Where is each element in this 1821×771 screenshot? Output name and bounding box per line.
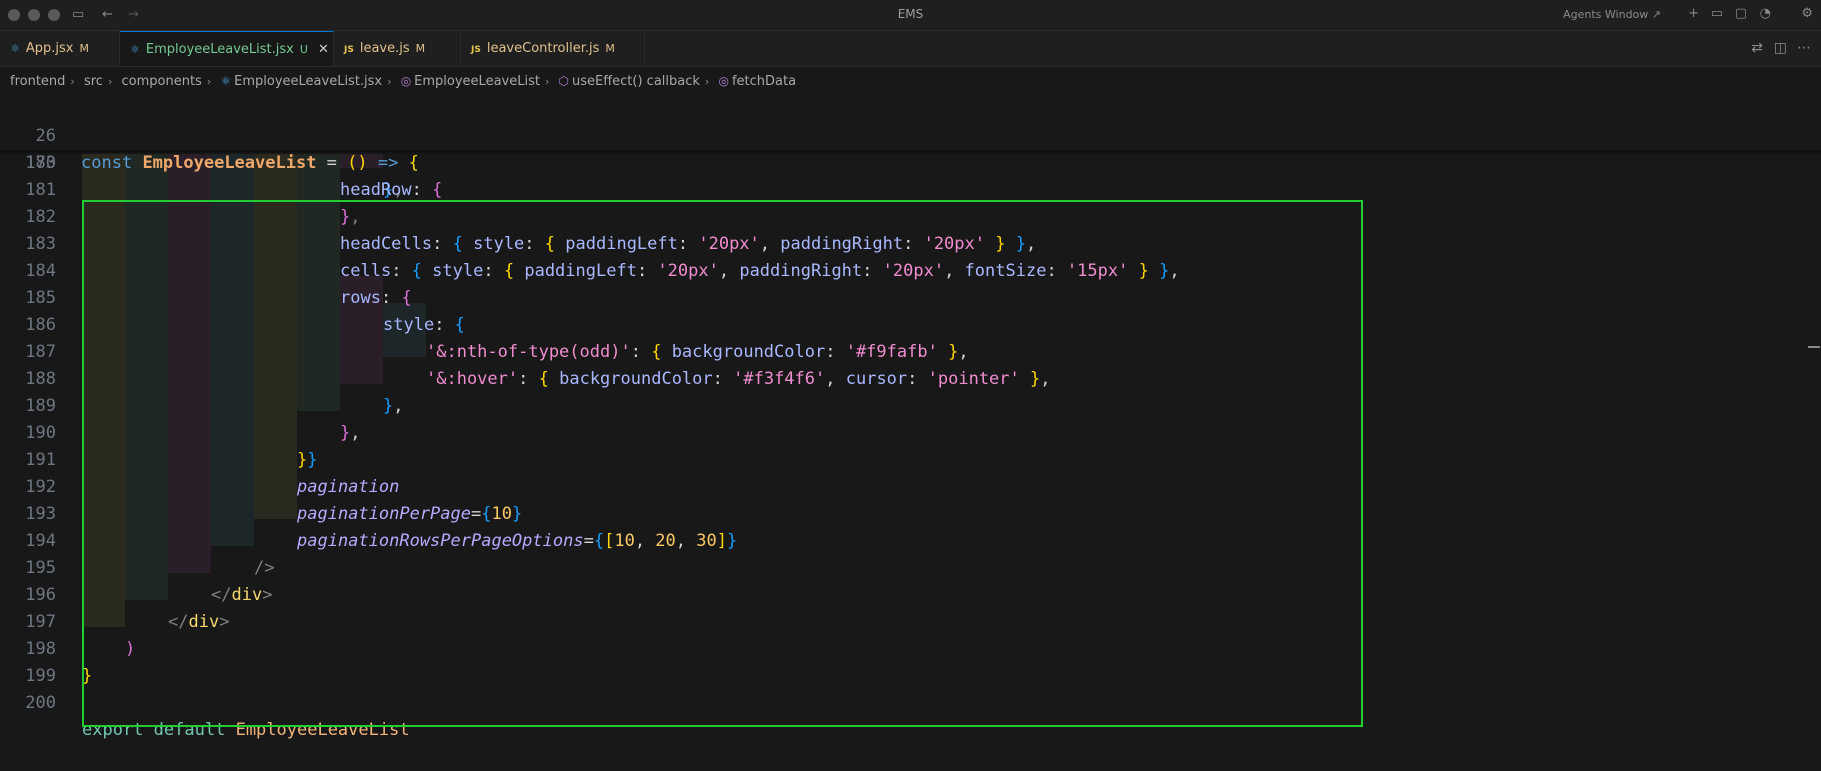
sticky-shadow [0, 150, 1821, 154]
tab-employee-leave-list-jsx[interactable]: ⚛ EmployeeLeaveList.jsx U ✕ [120, 31, 334, 66]
method-icon: ⬡ [558, 74, 569, 88]
tab-app-jsx[interactable]: ⚛ App.jsx M [0, 31, 120, 66]
tab-leave-controller-js[interactable]: JS leaveController.js M [461, 31, 645, 66]
scrollbar-marker[interactable] [1808, 346, 1820, 348]
js-icon: JS [344, 45, 354, 55]
symbol-icon: ◎ [400, 74, 412, 88]
agents-window-button[interactable]: Agents Window ↗ [1563, 8, 1661, 21]
code-line: 185 style: { [25, 288, 465, 335]
selection-highlight-box [82, 200, 1363, 727]
sticky-line[interactable]: 26 const EmployeeLeaveList = () => { [0, 96, 419, 173]
plus-icon[interactable]: + [1688, 6, 1699, 21]
code-line: 188 }, [25, 369, 404, 416]
react-icon: ⚛ [130, 43, 140, 56]
code-line: 190 }} [25, 423, 318, 470]
react-icon: ⚛ [10, 42, 20, 55]
react-icon: ⚛ [220, 74, 232, 88]
code-line: 197 ) [25, 612, 136, 659]
title-bar: ▭ ← → EMS Agents Window ↗ + ▭ ▢ ◔ ⚙ [0, 0, 1821, 31]
close-tab-icon[interactable]: ✕ [318, 42, 329, 57]
code-line: 198 } [25, 639, 93, 686]
breadcrumb-item[interactable]: EmployeeLeaveList [414, 74, 540, 89]
code-line: 189 }, [25, 396, 361, 443]
notification-icon[interactable]: ◔ [1760, 6, 1771, 21]
gear-icon[interactable]: ⚙ [1801, 6, 1813, 21]
code-line: 200 export default EmployeeLeaveList [25, 693, 410, 740]
window-title: EMS [897, 7, 924, 21]
chat-icon[interactable]: ▢ [1735, 6, 1747, 21]
sticky-line[interactable]: 173 headRow: { [0, 123, 442, 200]
code-line: 192 paginationPerPage={10} [25, 477, 523, 524]
code-line: 199 [25, 666, 56, 686]
sticky-scroll[interactable]: 26 const EmployeeLeaveList = () => { 173… [0, 96, 1821, 200]
tab-leave-js[interactable]: JS leave.js M [334, 31, 461, 66]
more-actions-icon[interactable]: ⋯ [1797, 40, 1811, 56]
code-line: 194 /> [25, 531, 275, 578]
source-control-icon[interactable]: ⇄ [1751, 40, 1763, 56]
breadcrumb-item[interactable]: frontend [10, 74, 65, 89]
breadcrumb-item[interactable]: EmployeeLeaveList.jsx [234, 74, 382, 89]
code-line: 191 pagination [25, 450, 400, 497]
breadcrumb: frontend › src › components › ⚛ EmployeeLeav… [10, 74, 797, 89]
code-line: 184 rows: { [25, 261, 412, 308]
code-line: 196 </div> [25, 585, 230, 632]
breadcrumb-item[interactable]: useEffect() callback [572, 74, 700, 89]
breadcrumb-item[interactable]: src [84, 74, 103, 89]
code-line: 193 paginationRowsPerPageOptions={[10, 2… [25, 504, 738, 551]
editor-tabs: ⚛ App.jsx M ⚛ EmployeeLeaveList.jsx U ✕ JS lea… [0, 31, 1821, 67]
js-icon: JS [471, 45, 481, 55]
symbol-icon: ◎ [718, 74, 729, 88]
breadcrumb-item[interactable]: components [122, 74, 202, 89]
code-line: 186 '&:nth-of-type(odd)': { backgroundCo… [25, 315, 969, 362]
panel-icon[interactable]: ▭ [1711, 6, 1723, 21]
code-line: 187 '&:hover': { backgroundColor: '#f3f4… [25, 342, 1051, 389]
code-line: 195 </div> [25, 558, 273, 605]
split-editor-icon[interactable]: ◫ [1774, 40, 1787, 56]
breadcrumb-item[interactable]: fetchData [732, 74, 796, 89]
